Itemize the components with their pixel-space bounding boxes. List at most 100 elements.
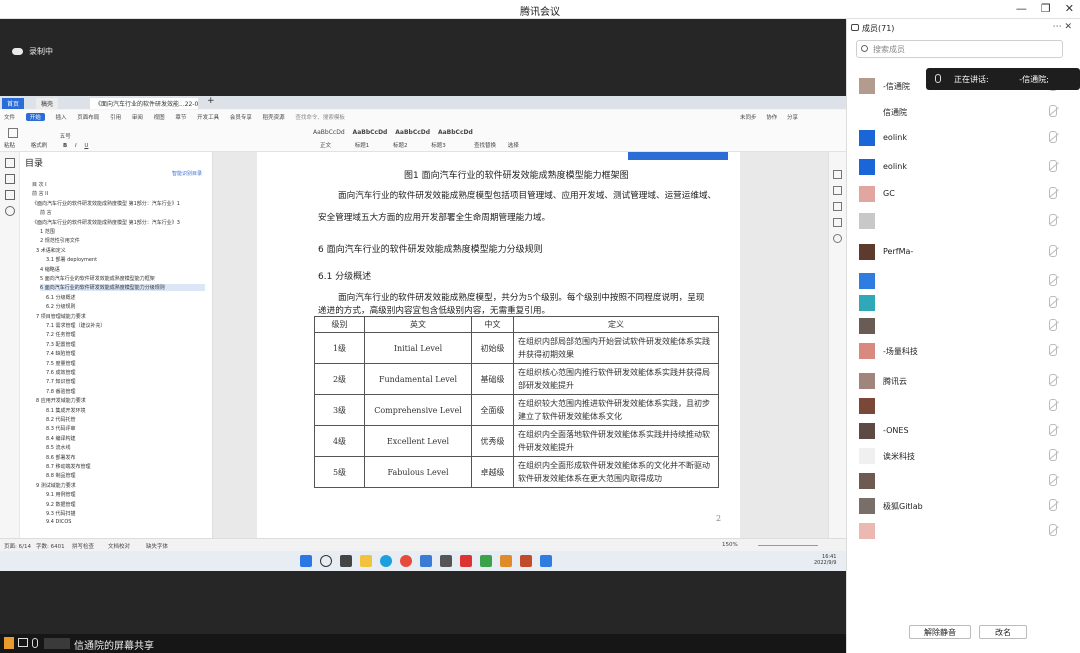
chapter-icon[interactable] xyxy=(5,174,15,184)
muted-mic-icon[interactable] xyxy=(1049,105,1057,117)
outline-item[interactable]: 7.6 成效管理 xyxy=(46,369,76,376)
muted-mic-icon[interactable] xyxy=(1049,524,1057,536)
outline-item[interactable]: 1 范围 xyxy=(40,228,55,235)
outline-item[interactable]: 7.3 配置管理 xyxy=(46,341,76,348)
close-icon[interactable]: ✕ xyxy=(1065,2,1074,15)
member-row[interactable] xyxy=(847,314,1080,340)
member-row[interactable]: GC xyxy=(847,182,1080,208)
muted-mic-icon[interactable] xyxy=(1049,319,1057,331)
outline-item[interactable]: 前 言 II xyxy=(32,190,48,197)
menu-resources[interactable]: 稻壳资源 xyxy=(263,113,285,121)
menu-developer[interactable]: 开发工具 xyxy=(197,113,219,121)
menu-member[interactable]: 会员专享 xyxy=(230,113,252,121)
muted-mic-icon[interactable] xyxy=(1049,374,1057,386)
find-replace-button[interactable]: 查找替换 xyxy=(474,143,496,149)
status-missing-font[interactable]: 缺失字体 xyxy=(146,542,168,550)
muted-mic-icon[interactable] xyxy=(1049,187,1057,199)
outline-item[interactable]: 7 项目管理域能力要求 xyxy=(36,313,86,320)
tool-icon-3[interactable] xyxy=(833,202,842,211)
outline-item[interactable]: 8.1 集成开发环境 xyxy=(46,407,86,414)
style-normal[interactable]: AaBbCcDd xyxy=(313,129,345,136)
collab-button[interactable]: 协作 xyxy=(766,115,777,121)
outline-item[interactable]: 3 术语和定义 xyxy=(36,247,66,254)
unmute-button[interactable]: 解除静音 xyxy=(909,625,971,639)
outline-item[interactable]: 6.2 分级规则 xyxy=(46,303,76,310)
taskbar-search-icon[interactable] xyxy=(320,555,332,567)
underline-button[interactable]: U xyxy=(84,143,88,149)
member-row[interactable]: eolink xyxy=(847,155,1080,181)
restore-icon[interactable]: ❐ xyxy=(1041,2,1051,15)
outline-item[interactable]: 5 面向汽车行业的软件研发效能成熟度模型能力框架 xyxy=(40,275,155,282)
task-view-icon[interactable] xyxy=(340,555,352,567)
outline-item[interactable]: 3.1 部署 deployment xyxy=(46,256,97,263)
search-icon[interactable] xyxy=(5,206,15,216)
outline-item[interactable]: 7.2 任务管理 xyxy=(46,331,76,338)
menu-insert[interactable]: 插入 xyxy=(56,113,67,121)
new-tab-icon[interactable]: + xyxy=(202,95,220,106)
status-spell[interactable]: 拼写检查 xyxy=(72,542,94,550)
bold-button[interactable]: B xyxy=(63,143,67,149)
outline-item[interactable]: 8.5 流水线 xyxy=(46,444,71,451)
paste-icon[interactable] xyxy=(8,128,18,138)
menu-section[interactable]: 章节 xyxy=(175,113,186,121)
outline-item[interactable]: 7.4 缺陷管理 xyxy=(46,350,76,357)
muted-mic-icon[interactable] xyxy=(1049,449,1057,461)
muted-mic-icon[interactable] xyxy=(1049,296,1057,308)
muted-mic-icon[interactable] xyxy=(1049,424,1057,436)
outline-item[interactable]: 9.4 DICOS xyxy=(46,519,71,525)
font-size-select[interactable]: 五号 xyxy=(60,134,71,140)
outline-item[interactable]: 2 规范性引用文件 xyxy=(40,237,80,244)
app-icon-2[interactable] xyxy=(440,555,452,567)
outline-item[interactable]: 前 言 xyxy=(40,209,52,216)
style-h3[interactable]: AaBbCcDd xyxy=(438,129,473,136)
muted-mic-icon[interactable] xyxy=(1049,474,1057,486)
member-row[interactable]: 极狐Gitlab xyxy=(847,494,1080,520)
tab-docer[interactable]: 稿壳 xyxy=(36,98,59,109)
outline-item[interactable]: 6 面向汽车行业的软件研发效能成熟度模型能力分级规则 xyxy=(40,284,205,292)
member-row[interactable] xyxy=(847,394,1080,420)
outline-item[interactable]: 9.3 代码扫描 xyxy=(46,510,76,517)
muted-mic-icon[interactable] xyxy=(1049,399,1057,411)
outline-item[interactable]: 7.5 度量管理 xyxy=(46,360,76,367)
app-icon-4[interactable] xyxy=(500,555,512,567)
tool-icon-4[interactable] xyxy=(833,218,842,227)
minimize-icon[interactable]: — xyxy=(1016,2,1027,15)
member-row[interactable]: eolink xyxy=(847,126,1080,152)
muted-mic-icon[interactable] xyxy=(1049,344,1057,356)
muted-mic-icon[interactable] xyxy=(1049,499,1057,511)
status-doc-check[interactable]: 文档校对 xyxy=(108,542,130,550)
rename-button[interactable]: 改名 xyxy=(979,625,1027,639)
app-icon-1[interactable] xyxy=(420,555,432,567)
member-row[interactable]: 信通院 xyxy=(847,100,1080,126)
zoom-level[interactable]: 150% xyxy=(722,542,738,548)
outline-item[interactable]: 7.1 需求管理（建议补充） xyxy=(46,322,106,329)
member-row[interactable]: -ONES xyxy=(847,419,1080,445)
wps-icon[interactable] xyxy=(460,555,472,567)
outline-item[interactable]: 7.8 番验管理 xyxy=(46,388,76,395)
outline-item[interactable]: 8.4 编译构建 xyxy=(46,435,76,442)
share-button[interactable]: 分享 xyxy=(787,115,798,121)
help-icon[interactable] xyxy=(833,234,842,243)
outline-item[interactable]: 6.1 分级概述 xyxy=(46,294,76,301)
outline-item[interactable]: 9 测试域能力要求 xyxy=(36,482,76,489)
member-row[interactable]: PerfMa- xyxy=(847,240,1080,266)
muted-mic-icon[interactable] xyxy=(1049,160,1057,172)
zoom-slider[interactable] xyxy=(758,545,818,546)
smart-toc-button[interactable]: 智能识别目录 xyxy=(172,170,202,177)
tab-home[interactable]: 首页 xyxy=(2,98,25,109)
style-h2[interactable]: AaBbCcDd xyxy=(395,129,430,136)
more-options-icon[interactable]: ⋯ ✕ xyxy=(1053,22,1072,32)
explorer-icon[interactable] xyxy=(360,555,372,567)
muted-mic-icon[interactable] xyxy=(1049,274,1057,286)
member-row[interactable] xyxy=(847,209,1080,235)
member-row[interactable]: -场量科技 xyxy=(847,339,1080,365)
outline-item[interactable]: 《面向汽车行业的软件研发效能成熟度模型 第1部分：汽车行业》3 xyxy=(32,219,180,226)
app-icon-3[interactable] xyxy=(480,555,492,567)
tab-document[interactable]: 《面向汽车行业的软件研发效能...22-09-05 xyxy=(90,98,198,109)
outline-item[interactable]: 《面向汽车行业的软件研发效能成熟度模型 第1部分：汽车行业》1 xyxy=(32,200,180,207)
member-row[interactable]: 腾讯云 xyxy=(847,369,1080,395)
menu-search[interactable]: 查找命令、搜索模板 xyxy=(295,113,345,121)
menu-file[interactable]: 文件 xyxy=(4,113,15,121)
menu-home[interactable]: 开始 xyxy=(25,113,45,121)
muted-mic-icon[interactable] xyxy=(1049,245,1057,257)
